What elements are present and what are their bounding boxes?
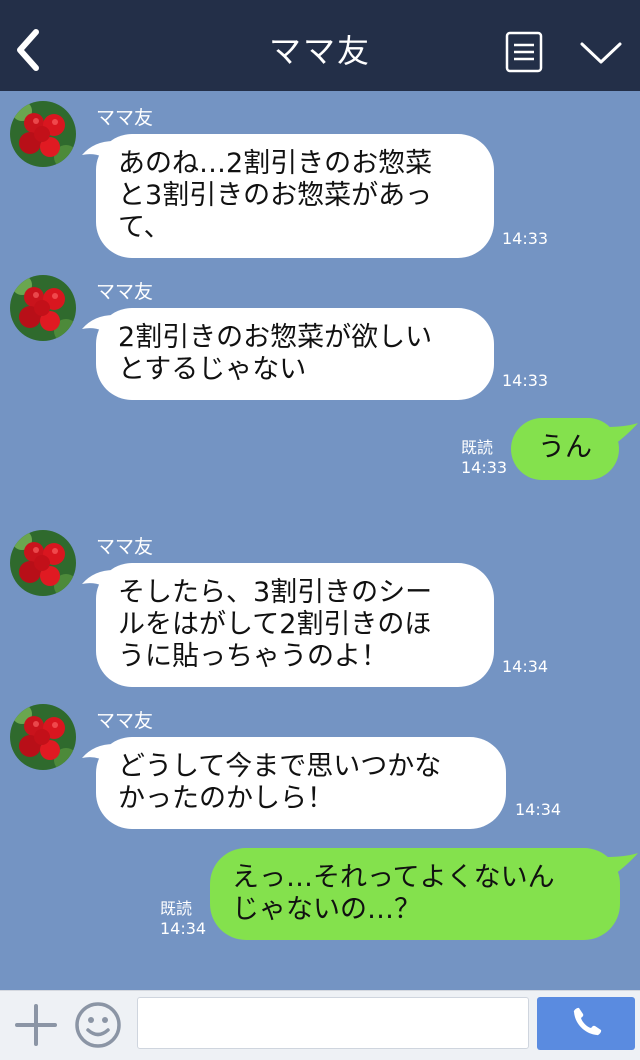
- phone-icon: [573, 1007, 602, 1036]
- message-time: 14:33: [461, 458, 508, 477]
- message-time: 14:33: [502, 229, 549, 248]
- avatar[interactable]: [10, 101, 76, 167]
- avatar[interactable]: [10, 530, 76, 596]
- chat-title: ママ友: [268, 32, 371, 70]
- message-line: うに貼っちゃうのよ！: [118, 641, 388, 672]
- strawberry-avatar: [10, 704, 76, 770]
- message-line: うん: [538, 432, 592, 463]
- message-line: じゃないの…？: [232, 894, 421, 925]
- message-bubble[interactable]: あのね…2割引きのお惣菜 と3割引きのお惣菜があっ て、: [96, 134, 494, 258]
- bubble-tail: [606, 423, 638, 451]
- emoji-icon: [75, 1002, 121, 1048]
- plus-button[interactable]: [14, 1003, 58, 1047]
- read-label: 既読: [461, 438, 494, 457]
- read-receipt: 既読 14:34: [160, 899, 206, 939]
- message-line: て、: [118, 212, 171, 243]
- strawberry-avatar: [10, 275, 76, 341]
- chat-header: ママ友: [0, 0, 640, 91]
- message-time: 14:34: [160, 919, 207, 938]
- menu-button[interactable]: [505, 31, 543, 73]
- sender-name: ママ友: [96, 281, 154, 303]
- message-bubble[interactable]: そしたら、3割引きのシー ルをはがして2割引きのほ うに貼っちゃうのよ！: [96, 563, 494, 687]
- message-time: 14:34: [515, 800, 562, 819]
- menu-icon: [505, 31, 543, 73]
- input-bar: [0, 990, 640, 1060]
- collapse-button[interactable]: [578, 36, 624, 70]
- message-line: えっ…それってよくないん: [232, 862, 555, 893]
- message-input[interactable]: [137, 997, 529, 1049]
- message-line: どうして今まで思いつかな: [118, 751, 442, 782]
- sender-name: ママ友: [96, 107, 154, 129]
- chevron-down-icon: [580, 42, 622, 64]
- message-line: そしたら、3割引きのシー: [118, 577, 433, 608]
- message-time: 14:33: [502, 371, 549, 390]
- message-bubble[interactable]: どうして今まで思いつかな かったのかしら！: [96, 737, 506, 829]
- read-label: 既読: [160, 899, 193, 918]
- strawberry-avatar: [10, 101, 76, 167]
- message-line: あのね…2割引きのお惣菜: [118, 148, 433, 179]
- avatar[interactable]: [10, 275, 76, 341]
- plus-icon: [15, 1004, 57, 1046]
- strawberry-avatar: [10, 530, 76, 596]
- sender-name: ママ友: [96, 536, 154, 558]
- emoji-button[interactable]: [74, 1001, 122, 1049]
- message-time: 14:34: [502, 657, 549, 676]
- message-line: とするじゃない: [118, 354, 307, 385]
- bubble-tail: [606, 853, 638, 881]
- sender-name: ママ友: [96, 710, 154, 732]
- call-button[interactable]: [537, 997, 635, 1050]
- chat-area[interactable]: ママ友 あのね…2割引きのお惣菜 と3割引きのお惣菜があっ て、 14:33 マ…: [0, 91, 640, 990]
- read-receipt: 既読 14:33: [461, 438, 507, 478]
- message-bubble[interactable]: 2割引きのお惣菜が欲しい とするじゃない: [96, 308, 494, 400]
- message-line: かったのかしら！: [118, 783, 334, 814]
- avatar[interactable]: [10, 704, 76, 770]
- message-bubble[interactable]: うん: [511, 418, 619, 480]
- message-bubble[interactable]: えっ…それってよくないん じゃないの…？: [210, 848, 620, 940]
- message-line: 2割引きのお惣菜が欲しい: [118, 322, 433, 353]
- message-line: と3割引きのお惣菜があっ: [118, 180, 433, 211]
- message-line: ルをはがして2割引きのほ: [118, 609, 432, 640]
